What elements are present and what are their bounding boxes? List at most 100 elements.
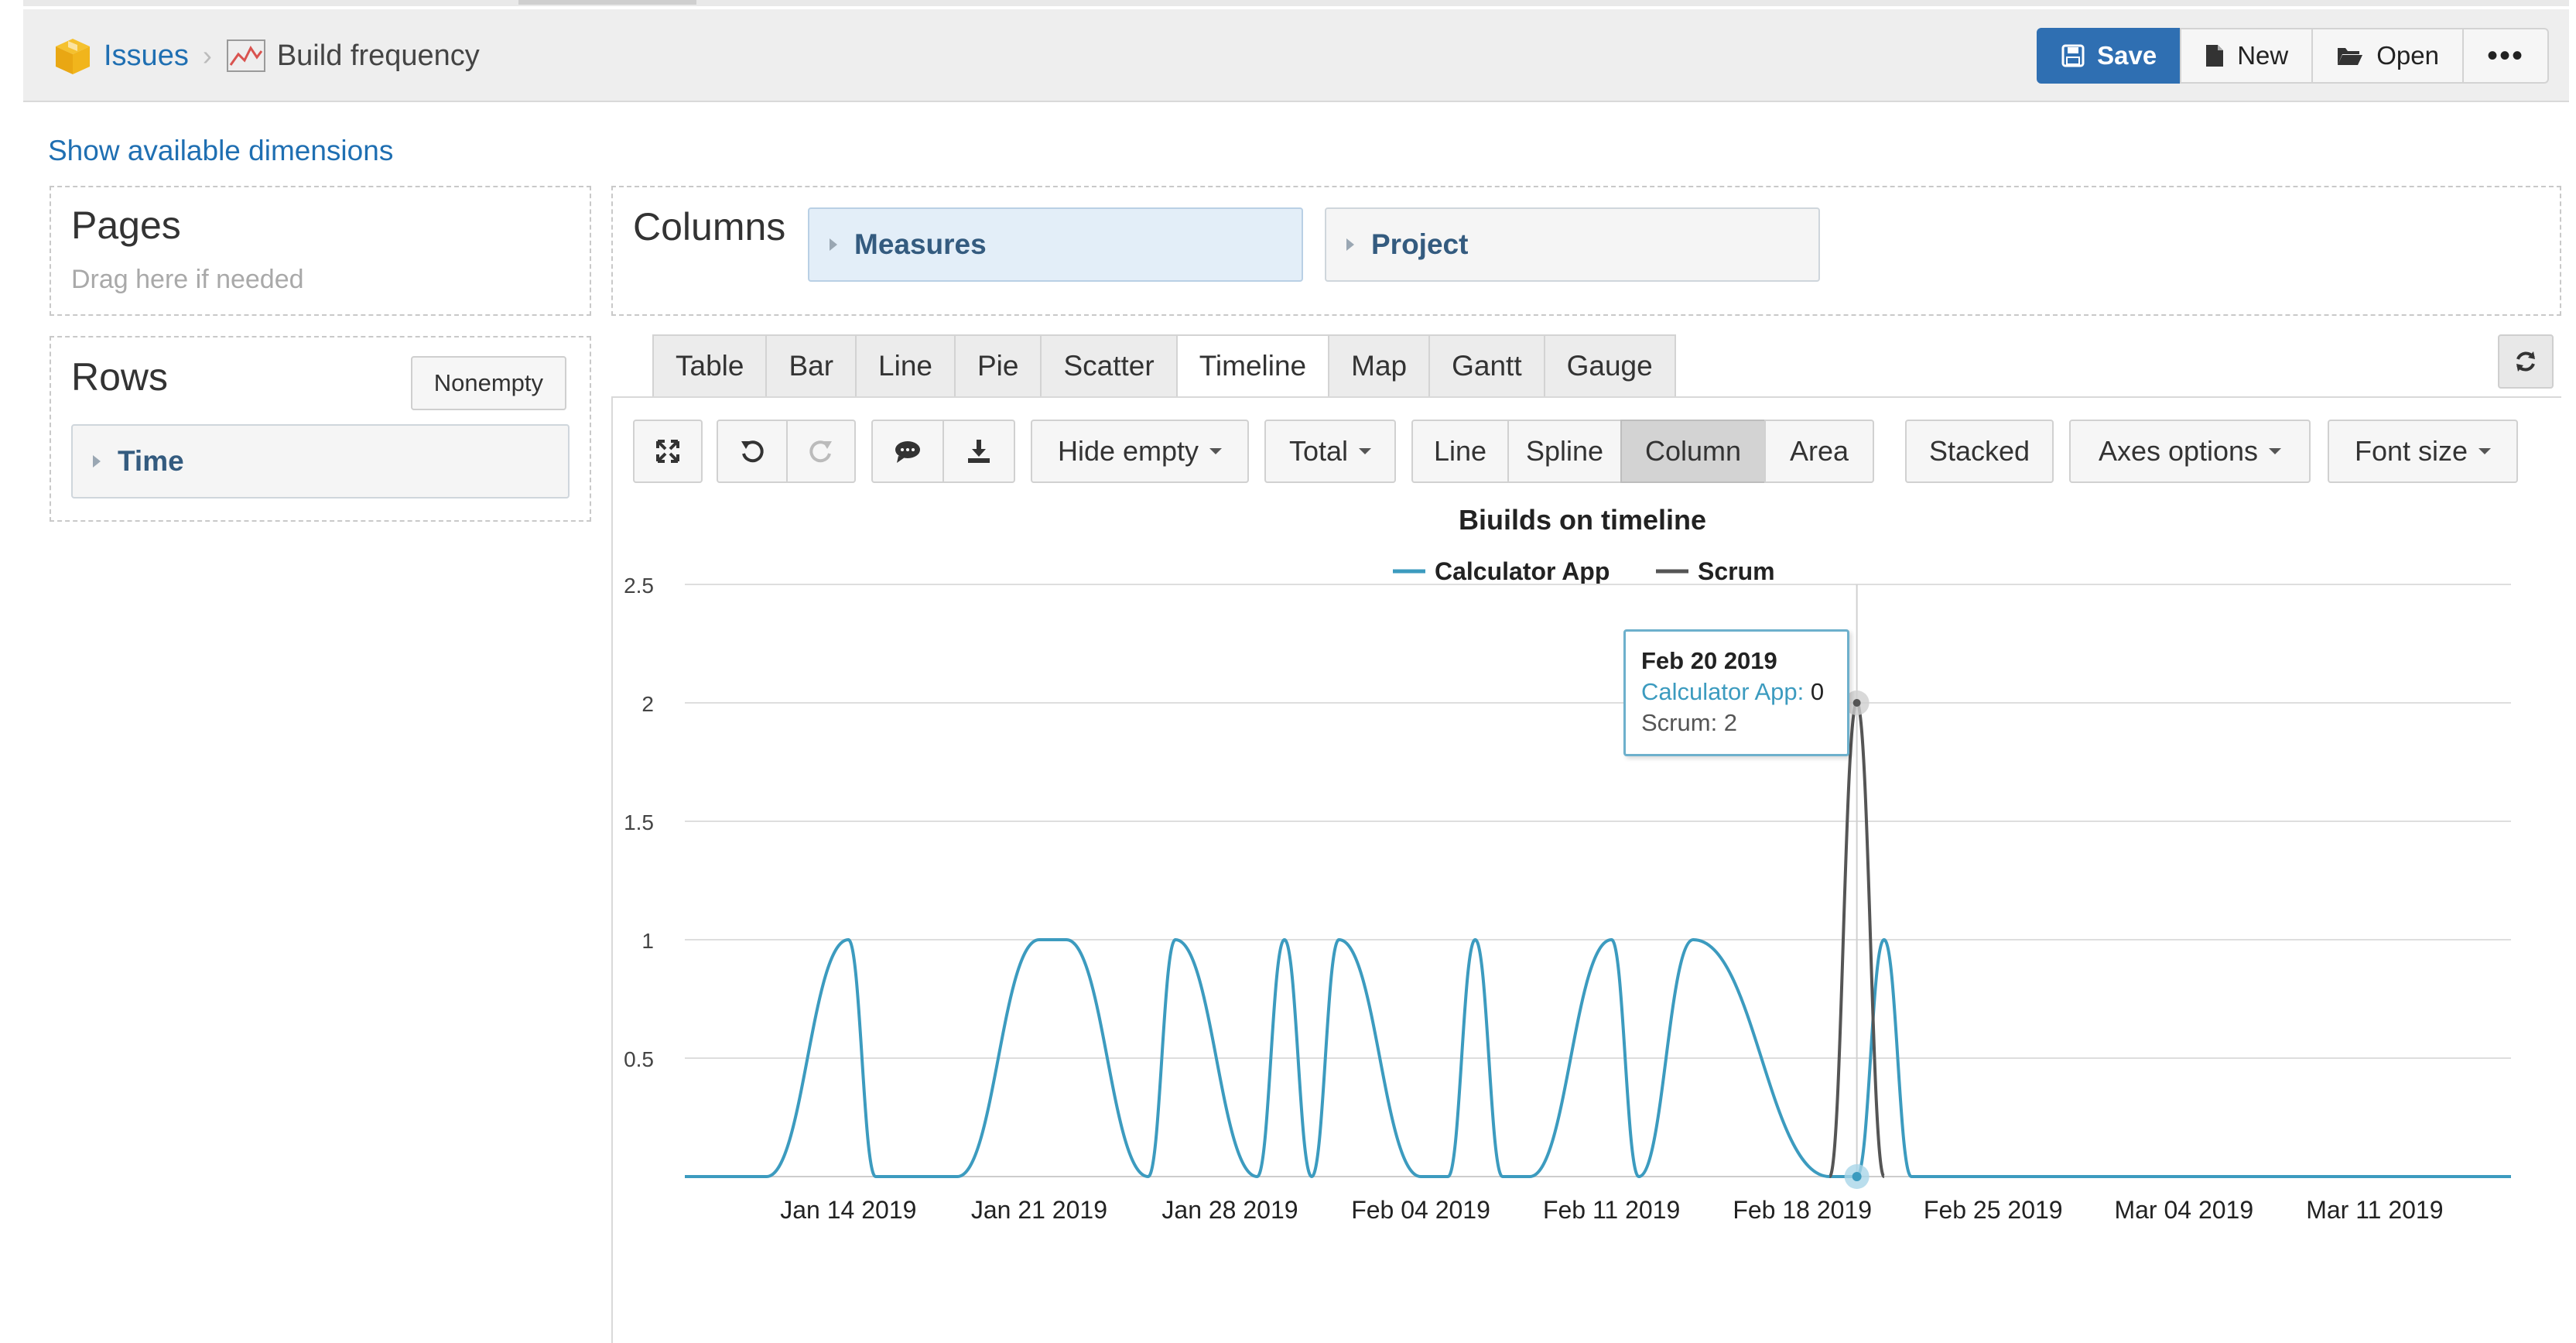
- refresh-icon: [2516, 351, 2535, 372]
- caret-down-icon: [2479, 448, 2492, 454]
- new-label: New: [2237, 41, 2289, 70]
- caret-down-icon: [1359, 448, 1372, 454]
- hover-point-calculator-app: [1852, 1172, 1862, 1181]
- undo-button[interactable]: [717, 420, 788, 483]
- tab-scatter[interactable]: Scatter: [1040, 334, 1178, 398]
- y-tick-label: 1: [641, 929, 654, 953]
- cube-box-icon: [56, 39, 90, 74]
- x-tick-label: Feb 18 2019: [1733, 1196, 1872, 1224]
- expand-caret-icon: [1346, 238, 1354, 251]
- tooltip-series-calculator-value: 0: [1810, 678, 1825, 705]
- tooltip-series-calculator: Calculator App: 0: [1641, 677, 1832, 707]
- refresh-button[interactable]: [2498, 334, 2554, 389]
- more-options-button[interactable]: •••: [2461, 28, 2549, 84]
- tab-map[interactable]: Map: [1328, 334, 1431, 398]
- report-title: Build frequency: [276, 39, 480, 72]
- series-type-area-button[interactable]: Area: [1764, 420, 1874, 483]
- tooltip-series-calculator-label: Calculator App:: [1641, 678, 1811, 705]
- tab-pie[interactable]: Pie: [953, 334, 1042, 398]
- pages-title: Pages: [71, 204, 181, 247]
- columns-dimension-project[interactable]: Project: [1325, 207, 1820, 282]
- download-icon: [968, 440, 990, 463]
- tab-table[interactable]: Table: [652, 334, 768, 398]
- top-strip-segment: [518, 0, 696, 5]
- redo-icon: [809, 440, 832, 463]
- legend-label-scrum[interactable]: Scrum: [1698, 557, 1775, 585]
- hide-empty-label: Hide empty: [1057, 435, 1199, 467]
- columns-panel: Columns Measures Project: [611, 186, 2561, 316]
- redo-button[interactable]: [786, 420, 856, 483]
- save-label: Save: [2097, 41, 2157, 70]
- tab-gantt[interactable]: Gantt: [1428, 334, 1545, 398]
- tab-bar[interactable]: Bar: [765, 334, 857, 398]
- expand-arrows-icon: [656, 440, 679, 463]
- hover-point-scrum: [1852, 699, 1861, 707]
- chart-type-tabs: Table Bar Line Pie Scatter Timeline Map …: [652, 334, 1676, 398]
- breadcrumb-issues-link[interactable]: Issues: [104, 39, 189, 73]
- series-type-line-button[interactable]: Line: [1411, 420, 1509, 483]
- expand-caret-icon: [93, 455, 101, 468]
- columns-title: Columns: [633, 205, 786, 248]
- top-strip: [23, 0, 2569, 6]
- breadcrumb-separator: ›: [202, 39, 212, 71]
- y-tick-label: 2: [641, 692, 654, 716]
- open-button[interactable]: Open: [2311, 28, 2464, 84]
- undo-icon: [741, 440, 764, 463]
- rows-title: Rows: [71, 355, 169, 399]
- y-axis-ticks: 0.5 1 1.5 2 2.5: [624, 574, 654, 1071]
- tab-line[interactable]: Line: [855, 334, 956, 398]
- report-header: Issues › Build frequency Save New Open •…: [23, 9, 2569, 102]
- comment-icon: [895, 441, 920, 463]
- axes-options-dropdown[interactable]: Axes options: [2069, 420, 2311, 483]
- series-type-spline-button[interactable]: Spline: [1507, 420, 1622, 483]
- save-button[interactable]: Save: [2037, 28, 2182, 84]
- pages-hint: Drag here if needed: [71, 265, 304, 294]
- font-size-dropdown[interactable]: Font size: [2328, 420, 2518, 483]
- tooltip-series-scrum-value: 2: [1723, 709, 1738, 736]
- hide-empty-dropdown[interactable]: Hide empty: [1031, 420, 1249, 483]
- x-tick-label: Feb 11 2019: [1543, 1196, 1680, 1224]
- stacked-button[interactable]: Stacked: [1905, 420, 2054, 483]
- rows-dimension-time[interactable]: Time: [71, 424, 570, 498]
- chart-tooltip: Feb 20 2019 Calculator App: 0 Scrum: 2: [1623, 629, 1849, 756]
- line-chart-icon: [226, 39, 265, 72]
- tooltip-series-scrum-label: Scrum:: [1641, 709, 1724, 736]
- tooltip-series-scrum: Scrum: 2: [1641, 707, 1832, 738]
- x-tick-label: Jan 21 2019: [971, 1196, 1107, 1224]
- new-button[interactable]: New: [2180, 28, 2314, 84]
- fullscreen-button[interactable]: [633, 420, 703, 483]
- grid-lines: [685, 584, 2511, 1177]
- download-button[interactable]: [942, 420, 1015, 483]
- expand-caret-icon: [830, 238, 837, 251]
- y-tick-label: 2.5: [624, 574, 654, 598]
- annotations-button[interactable]: [871, 420, 944, 483]
- font-size-label: Font size: [2354, 435, 2468, 467]
- caret-down-icon: [1209, 448, 1223, 454]
- columns-dimension-measures[interactable]: Measures: [808, 207, 1303, 282]
- total-dropdown[interactable]: Total: [1264, 420, 1396, 483]
- x-tick-label: Feb 04 2019: [1351, 1196, 1490, 1224]
- timeline-chart: Biuilds on timeline Calculator App Scrum…: [624, 504, 2511, 1224]
- show-dimensions-link[interactable]: Show available dimensions: [48, 135, 393, 167]
- dimension-label: Time: [118, 445, 184, 477]
- series-type-column-button[interactable]: Column: [1620, 420, 1766, 483]
- breadcrumb: Issues › Build frequency: [53, 9, 480, 102]
- tab-gauge[interactable]: Gauge: [1543, 334, 1676, 398]
- floppy-disk-icon: [2061, 44, 2085, 67]
- x-tick-label: Jan 14 2019: [780, 1196, 916, 1224]
- legend-label-calculator-app[interactable]: Calculator App: [1435, 557, 1610, 585]
- x-tick-label: Mar 11 2019: [2306, 1196, 2443, 1224]
- chart-title: Biuilds on timeline: [1459, 504, 1706, 536]
- total-label: Total: [1288, 435, 1349, 467]
- nonempty-button[interactable]: Nonempty: [410, 356, 566, 410]
- rows-panel: Rows Nonempty Time: [50, 336, 591, 522]
- folder-open-icon: [2338, 48, 2363, 65]
- tab-timeline[interactable]: Timeline: [1175, 334, 1330, 398]
- axes-options-label: Axes options: [2098, 435, 2259, 467]
- tooltip-date: Feb 20 2019: [1641, 647, 1777, 674]
- open-label: Open: [2376, 41, 2439, 70]
- header-actions: Save New Open •••: [2037, 28, 2549, 84]
- caret-down-icon: [2269, 448, 2282, 454]
- chart-legend: Calculator App Scrum: [1393, 557, 1775, 585]
- x-tick-label: Jan 28 2019: [1161, 1196, 1298, 1224]
